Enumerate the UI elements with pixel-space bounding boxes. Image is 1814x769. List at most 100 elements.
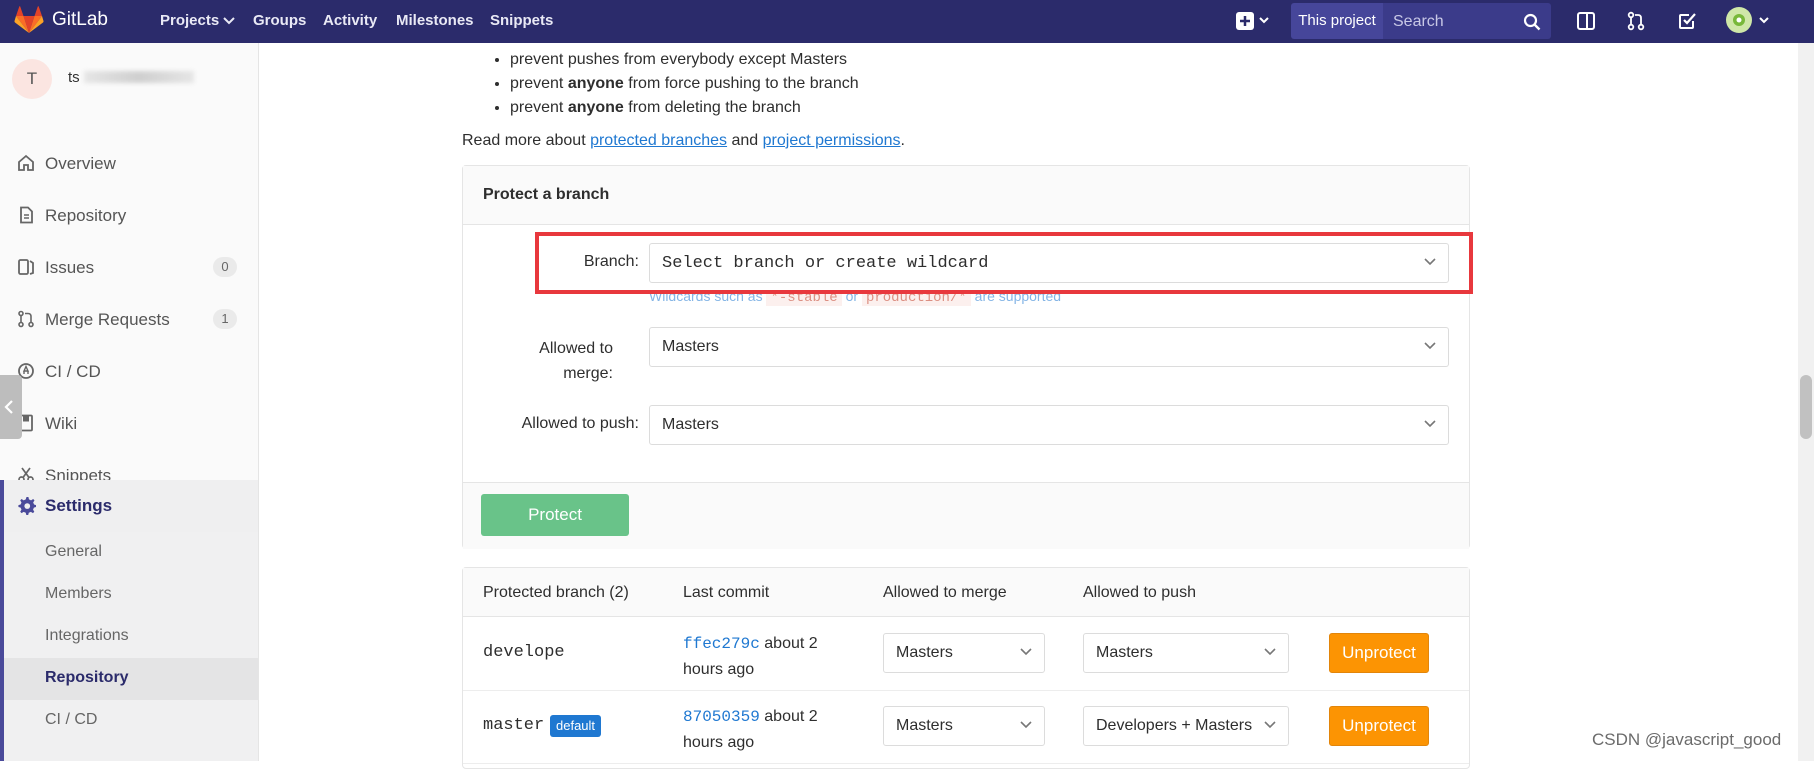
project-permissions-link[interactable]: project permissions xyxy=(763,132,901,149)
row-push-value: Masters xyxy=(1096,644,1153,661)
row-merge-select[interactable]: Masters xyxy=(883,633,1045,673)
sidebar-item-overview[interactable]: Overview xyxy=(0,141,258,185)
commit-sha-link[interactable]: ffec279c xyxy=(683,635,760,653)
merge-requests-count-badge: 1 xyxy=(213,309,237,329)
nav-groups[interactable]: Groups xyxy=(253,12,306,29)
sidebar-subitem-integrations[interactable]: Integrations xyxy=(0,616,258,658)
sidebar-subitem-members[interactable]: Members xyxy=(0,574,258,616)
gear-icon xyxy=(17,496,36,515)
allowed-to-merge-value: Masters xyxy=(662,338,719,355)
chevron-down-icon xyxy=(1264,648,1276,656)
column-header: Allowed to push xyxy=(1083,584,1196,601)
gitlab-logo-icon xyxy=(14,6,44,34)
sidebar-subitem-label: CI / CD xyxy=(45,711,98,728)
allowed-to-push-label: Allowed to push: xyxy=(521,415,639,432)
branch-name: develope xyxy=(483,643,565,662)
commit-sha-link[interactable]: 87050359 xyxy=(683,708,760,726)
search-input[interactable] xyxy=(1383,3,1525,41)
search-scope-button[interactable]: This project xyxy=(1291,3,1383,39)
sidebar-subitem-repository[interactable]: Repository xyxy=(0,658,258,700)
sidebar-item-merge-requests[interactable]: Merge Requests 1 xyxy=(0,297,258,341)
sidebar-subitem-label: Integrations xyxy=(45,627,129,644)
home-icon xyxy=(17,154,35,172)
row-push-select[interactable]: Developers + Masters xyxy=(1083,706,1289,746)
sidebar-item-label: Merge Requests xyxy=(45,310,170,329)
nav-snippets[interactable]: Snippets xyxy=(490,12,553,29)
allowed-to-push-select[interactable]: Masters xyxy=(649,405,1449,445)
nav-activity[interactable]: Activity xyxy=(323,12,377,29)
gitlab-home-link[interactable]: GitLab xyxy=(14,6,108,34)
chevron-down-icon xyxy=(1424,420,1436,428)
panel-title: Protect a branch xyxy=(483,186,610,203)
sidebar-item-wiki[interactable]: Wiki xyxy=(0,401,258,445)
protection-rules-list: prevent pushes from everybody except Mas… xyxy=(490,48,859,120)
sidebar-item-repository[interactable]: Repository xyxy=(0,193,258,237)
sidebar-item-label: Wiki xyxy=(45,414,78,433)
project-name[interactable]: ts xyxy=(68,69,80,86)
sidebar-item-label: Settings xyxy=(45,496,113,515)
plus-icon xyxy=(1235,11,1271,31)
settings-active-indicator xyxy=(0,480,4,761)
annotation-highlight-box xyxy=(535,232,1473,294)
issues-count-badge: 0 xyxy=(213,257,237,277)
row-push-value: Developers + Masters xyxy=(1096,717,1253,734)
sidebar-subitem-general[interactable]: General xyxy=(0,532,258,574)
search-icon[interactable] xyxy=(1523,13,1541,31)
project-sidebar: T ts Overview Repository Issues 0 Merge … xyxy=(0,43,259,761)
chevron-down-icon xyxy=(223,17,236,25)
sidebar-toggle-icon[interactable] xyxy=(1576,11,1596,31)
table-row: master default 87050359 about 2 hours ag… xyxy=(463,690,1469,764)
top-navbar: GitLab Projects Groups Activity Mileston… xyxy=(0,0,1814,43)
unprotect-button[interactable]: Unprotect xyxy=(1329,633,1429,673)
chevron-down-icon xyxy=(1020,648,1032,656)
sidebar-item-label: Issues xyxy=(45,258,95,277)
protected-branches-link[interactable]: protected branches xyxy=(590,132,727,149)
column-header: Last commit xyxy=(683,584,770,601)
allowed-to-push-value: Masters xyxy=(662,416,719,433)
search-box xyxy=(1383,3,1551,41)
nav-projects-label: Projects xyxy=(160,12,220,29)
last-commit: ffec279c about 2 hours ago xyxy=(683,631,833,682)
unprotect-button[interactable]: Unprotect xyxy=(1329,706,1429,746)
row-merge-select[interactable]: Masters xyxy=(883,706,1045,746)
rule-text: from force pushing to the branch xyxy=(623,75,859,92)
sidebar-item-settings[interactable]: Settings xyxy=(0,480,258,532)
table-header: Protected branch (2) Last commit Allowed… xyxy=(463,568,1469,617)
watermark: CSDN @javascript_good xyxy=(1592,730,1782,749)
chevron-down-icon xyxy=(1020,721,1032,729)
project-avatar[interactable]: T xyxy=(12,59,52,99)
chevron-down-icon xyxy=(1424,342,1436,350)
todo-icon[interactable] xyxy=(1677,11,1697,31)
row-merge-value: Masters xyxy=(896,717,953,734)
row-push-select[interactable]: Masters xyxy=(1083,633,1289,673)
sidebar-item-ci-cd[interactable]: CI / CD xyxy=(0,349,258,393)
sidebar-subitem-ci-cd[interactable]: CI / CD xyxy=(0,700,258,761)
scrollbar-thumb[interactable] xyxy=(1800,375,1812,439)
sidebar-item-label: Overview xyxy=(45,154,116,173)
chevron-left-icon xyxy=(3,399,15,415)
nav-milestones[interactable]: Milestones xyxy=(396,12,474,29)
table-row: develope ffec279c about 2 hours ago Mast… xyxy=(463,617,1469,691)
sidebar-subitem-label: Repository xyxy=(45,669,129,686)
protected-branches-table: Protected branch (2) Last commit Allowed… xyxy=(462,567,1470,769)
sidebar-item-label: CI / CD xyxy=(45,362,101,381)
rule-item: prevent pushes from everybody except Mas… xyxy=(510,48,859,72)
rule-item: prevent anyone from deleting the branch xyxy=(510,96,859,120)
collapse-sidebar-tab[interactable] xyxy=(0,375,22,439)
column-header: Protected branch (2) xyxy=(483,584,629,601)
nav-projects[interactable]: Projects xyxy=(160,12,236,29)
protect-button[interactable]: Protect xyxy=(481,494,629,536)
read-more-prefix: Read more about xyxy=(462,132,591,149)
merge-request-icon[interactable] xyxy=(1626,11,1646,31)
user-menu[interactable] xyxy=(1726,7,1774,40)
allowed-to-merge-select[interactable]: Masters xyxy=(649,327,1449,367)
rule-text: prevent pushes from everybody except Mas… xyxy=(510,51,848,68)
sidebar-subitem-label: General xyxy=(45,543,102,560)
rule-text: from deleting the branch xyxy=(623,99,801,116)
sidebar-item-issues[interactable]: Issues 0 xyxy=(0,245,258,289)
read-more-text: Read more about protected branches and p… xyxy=(462,132,905,150)
new-item-dropdown[interactable] xyxy=(1235,11,1271,36)
chevron-down-icon xyxy=(1264,721,1276,729)
allowed-to-merge-label: Allowed to merge: xyxy=(539,340,613,382)
rule-text: prevent xyxy=(510,75,568,92)
